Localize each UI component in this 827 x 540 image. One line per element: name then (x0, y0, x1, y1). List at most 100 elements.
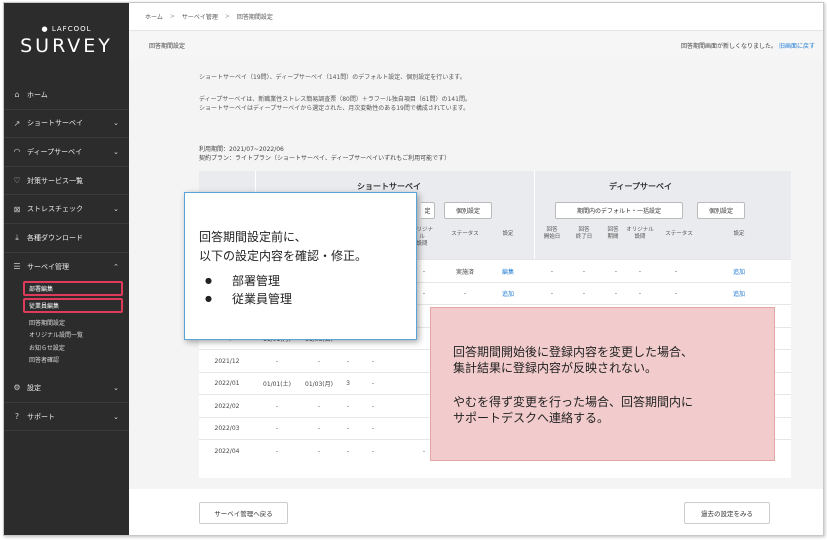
description-line-2: ディープサーベイは、新職業性ストレス簡易調査票（80問）＋ラフール独自項目（61… (199, 96, 471, 103)
sidebar-item-label: 対策サービス一覧 (27, 176, 83, 185)
sidebar-submenu: 部署編集 従業員編集 回答期間設定 オリジナル設問一覧 お知らせ設定 回答者確認 (4, 281, 129, 366)
deep-default-settings-button[interactable]: 期間内のデフォルト・一括設定 (555, 202, 683, 219)
sidebar-item-survey-admin[interactable]: ☰ サーベイ管理 ⌃ (4, 253, 129, 282)
sidebar-item-label: ホーム (27, 90, 48, 99)
cell-end: - (317, 425, 321, 433)
short-default-settings-button[interactable]: 定 (421, 202, 435, 219)
deep-individual-settings-button[interactable]: 個別設定 (697, 202, 745, 219)
col-header-action: 設定 (502, 231, 514, 237)
callout-red-line-2: 集計結果に登録内容が反映されない。 (453, 361, 658, 375)
breadcrumb-home[interactable]: ホーム (145, 12, 163, 21)
sidebar-item-settings[interactable]: ⚙ 設定 ⌄ (4, 374, 129, 403)
callout-red-line-1: 回答期間開始後に登録内容を変更した場合、 (453, 345, 694, 359)
sidebar-item-label: ショートサーベイ (27, 119, 83, 128)
page-title: 回答期間設定 (149, 42, 186, 50)
sidebar-item-services[interactable]: ♡ 対策サービス一覧 (4, 167, 129, 196)
annotation-callout-blue: 回答期間設定前に、 以下の設定内容を確認・修正。 部署管理 従業員管理 (184, 192, 417, 340)
breadcrumb-survey-admin[interactable]: サーベイ管理 (182, 12, 218, 21)
contract-plan: 契約プラン：ライトプラン（ショートサーベイ、ディープサーベイいずれもご利用可能で… (199, 155, 451, 162)
cell-days: - (346, 447, 350, 455)
sidebar-subitem-departments[interactable]: 部署編集 (23, 281, 123, 297)
sidebar-subitem-answer-period[interactable]: 回答期間設定 (26, 316, 129, 329)
breadcrumb: ホーム > サーベイ管理 > 回答期間設定 (129, 3, 823, 31)
cell-deep-4: - (674, 267, 678, 275)
chevron-down-icon: ⌄ (113, 205, 119, 214)
chevron-down-icon: ⌄ (113, 147, 119, 156)
short-individual-settings-button[interactable]: 個別設定 (444, 202, 492, 219)
cell-orig: - (371, 402, 375, 410)
col-header-deep-days: 回答 期間 (607, 227, 619, 240)
cell-action[interactable]: 追加 (492, 283, 524, 306)
back-to-survey-admin-button[interactable]: サーベイ管理へ戻る (199, 502, 288, 524)
past-settings-button[interactable]: 過去の設定をみる (684, 502, 770, 524)
cell-orig: - (371, 425, 375, 433)
cell-deep-action[interactable]: 追加 (727, 260, 751, 283)
gauge-icon: ◠ (13, 147, 21, 157)
breadcrumb-separator: > (224, 13, 230, 20)
sidebar-item-label: ディープサーベイ (27, 147, 83, 156)
col-header-status: ステータス (451, 231, 479, 237)
cell-action[interactable]: 編集 (492, 260, 524, 283)
sidebar-nav: ⌂ ホーム ↗ ショートサーベイ ⌄ ◠ ディープサーベイ ⌄ ♡ 対策サービス… (4, 81, 129, 432)
sidebar-subitem-employees[interactable]: 従業員編集 (23, 298, 123, 314)
notice-text: 回答期間画面が新しくなりました。 (681, 42, 778, 50)
sidebar-item-downloads[interactable]: ⤓ 各種ダウンロード (4, 224, 129, 253)
cell-start: - (275, 425, 279, 433)
description-line-3: ショートサーベイはディープサーベイから選定された、月次変動性のある19問で構成さ… (199, 105, 470, 112)
col-header-deep-start: 回答 開始日 (543, 227, 561, 240)
cell-orig: - (371, 380, 375, 388)
cell-start: - (275, 402, 279, 410)
cell-start: - (275, 447, 279, 455)
sidebar-item-support[interactable]: ? サポート ⌄ (4, 403, 129, 432)
cell-month: 2021/12 (214, 357, 240, 365)
col-header-deep-status: ステータス (665, 231, 693, 237)
cell-start: - (275, 357, 279, 365)
cell-end: - (317, 357, 321, 365)
cell-deep-action[interactable]: 追加 (727, 283, 751, 306)
notice: 回答期間画面が新しくなりました。 旧画面に戻す (681, 41, 815, 50)
sidebar-item-home[interactable]: ⌂ ホーム (4, 81, 129, 110)
cell-deep-1: - (582, 267, 586, 275)
cell-deep-0: - (550, 290, 554, 298)
download-icon: ⤓ (15, 232, 19, 242)
cell-month: 2022/02 (214, 402, 240, 410)
sidebar-subitem-respondents[interactable]: 回答者確認 (26, 354, 129, 367)
col-header-deep-end: 回答 終了日 (575, 227, 593, 240)
sidebar-subitem-notices[interactable]: お知らせ設定 (26, 341, 129, 354)
sidebar-item-short-survey[interactable]: ↗ ショートサーベイ ⌄ (4, 110, 129, 139)
cell-status: 実施済 (455, 268, 474, 276)
revert-old-screen-link[interactable]: 旧画面に戻す (779, 43, 815, 50)
cell-end: - (317, 447, 321, 455)
annotation-callout-red: 回答期間開始後に登録内容を変更した場合、 集計結果に登録内容が反映されない。 や… (430, 307, 775, 461)
home-icon: ⌂ (14, 90, 20, 100)
sidebar-item-label: サーベイ管理 (27, 262, 69, 271)
cell-month: 2022/04 (214, 447, 240, 455)
cell-days: 3 (346, 380, 350, 388)
col-header-deep-original: オリジナル 設問 (626, 227, 654, 240)
description-line-1: ショートサーベイ（19問）、ディープサーベイ（141問）のデフォルト設定、個別設… (199, 74, 466, 81)
brand-logo[interactable]: ● LAFCOOL SURVEY (4, 25, 129, 57)
brand-small: ● LAFCOOL (41, 25, 92, 33)
chevron-down-icon: ⌄ (113, 119, 119, 128)
cell-deep-0: - (550, 267, 554, 275)
contract-info: 利用期間：2021/07~2022/06 契約プラン：ライトプラン（ショートサー… (199, 145, 450, 163)
cell-deep-3: - (638, 290, 642, 298)
callout-bullet-employees: 従業員管理 (205, 290, 292, 308)
checkbox-icon: ⊠ (13, 204, 21, 214)
heart-icon: ♡ (13, 176, 21, 186)
cell-month: 2022/03 (214, 425, 240, 433)
cell-orig: - (371, 357, 375, 365)
deep-survey-title: ディープサーベイ (609, 182, 672, 191)
cell-end: - (317, 402, 321, 410)
trend-icon: ↗ (13, 118, 21, 128)
callout-blue-line-2: 以下の設定内容を確認・修正。 (199, 249, 368, 263)
sidebar-subitem-original-questions[interactable]: オリジナル設問一覧 (26, 329, 129, 342)
cell-days: - (346, 425, 350, 433)
callout-red-line-4: サポートデスクへ連絡する。 (453, 411, 610, 425)
sidebar-item-stress-check[interactable]: ⊠ ストレスチェック ⌄ (4, 195, 129, 224)
cell-deep-2: - (614, 290, 618, 298)
cell-start: 01/01(土) (263, 381, 291, 389)
cell-deep-2: - (614, 267, 618, 275)
sidebar-item-deep-survey[interactable]: ◠ ディープサーベイ ⌄ (4, 138, 129, 167)
callout-blue-list: 部署管理 従業員管理 (205, 272, 292, 308)
